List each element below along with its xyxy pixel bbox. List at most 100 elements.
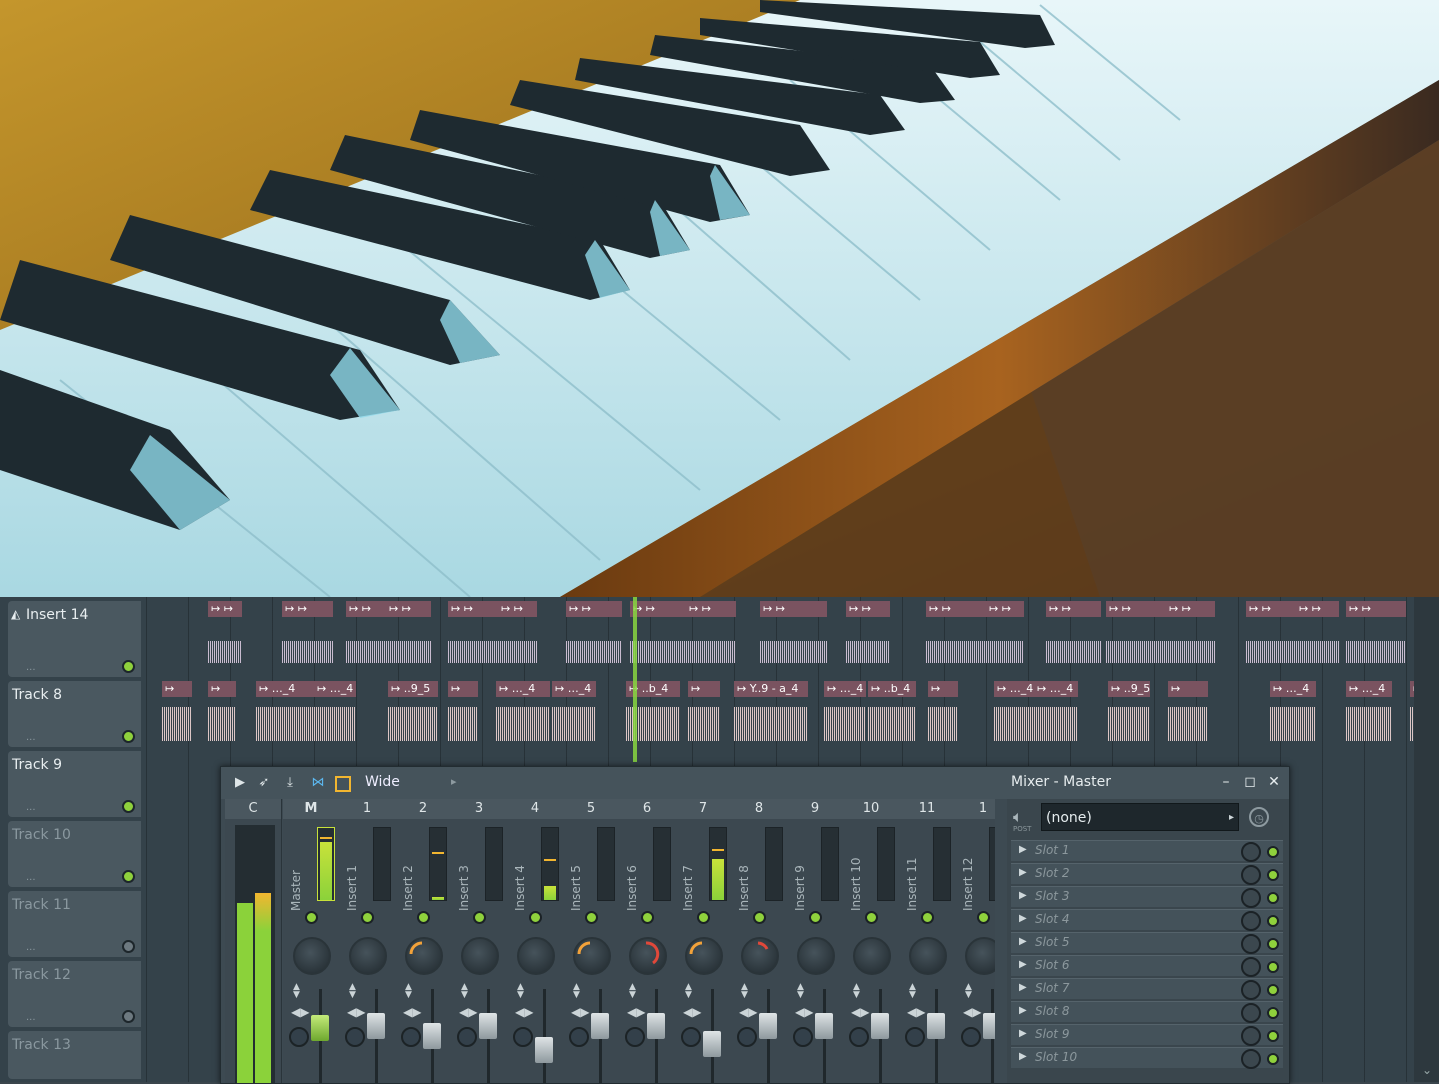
track-enable-led[interactable] [122,940,135,953]
audio-clip[interactable]: ↦ ↦ [686,601,736,663]
maximize-icon[interactable]: ◻ [1241,773,1259,791]
strip-enable-led[interactable] [977,911,990,924]
route-arrows-icon[interactable]: ▲ ▼ [685,983,692,1000]
send-knob[interactable] [905,1027,925,1047]
track-header[interactable]: Track 9... [8,751,141,817]
send-knob[interactable] [681,1027,701,1047]
route-arrows-icon[interactable]: ▲ ▼ [349,983,356,1000]
strip-enable-led[interactable] [585,911,598,924]
minimize-icon[interactable]: – [1217,773,1235,791]
strip-master[interactable]: M Master ▲ ▼ ◀▶ [283,799,340,1083]
volume-fader[interactable] [479,1013,497,1039]
pan-knob[interactable] [461,937,499,975]
bird-icon[interactable]: ➶ [255,775,273,791]
audio-clip[interactable]: ↦ ..9_5 [388,681,438,741]
input-select[interactable]: (none) ▸ [1041,803,1239,831]
fx-enable-led[interactable] [1267,846,1279,858]
strip-enable-led[interactable] [921,911,934,924]
play-arrow-icon[interactable]: ▶ [231,775,249,791]
scroll-down-icon[interactable]: ⌄ [1419,1062,1435,1078]
stereo-icon[interactable]: ◀▶ [851,1005,869,1019]
track-header[interactable]: Track 11... [8,891,141,957]
strip-insert[interactable]: 11 Insert 11 ▲ ▼ ◀▶ [899,799,956,1083]
fx-mix-knob[interactable] [1241,1003,1261,1023]
strip-insert[interactable]: 1 Insert 12 ▲ ▼ ◀▶ [955,799,995,1083]
audio-clip[interactable]: ↦ Y..9 - a_4 [734,681,808,741]
fx-mix-knob[interactable] [1241,865,1261,885]
audio-clip[interactable]: ↦ …_4 [552,681,596,741]
fx-enable-led[interactable] [1267,1030,1279,1042]
route-arrows-icon[interactable]: ▲ ▼ [629,983,636,1000]
send-knob[interactable] [961,1027,981,1047]
volume-fader[interactable] [367,1013,385,1039]
fx-enable-led[interactable] [1267,1053,1279,1065]
audio-clip[interactable]: ↦ …_4 [314,681,356,741]
route-arrows-icon[interactable]: ▲ ▼ [293,983,300,1000]
audio-clip[interactable]: ↦ …_4 [1346,681,1392,741]
audio-clip[interactable]: ↦ ↦ [760,601,827,663]
clock-icon[interactable]: ◷ [1249,807,1269,827]
expand-icon[interactable]: ▶ [1019,890,1027,901]
route-arrows-icon[interactable]: ▲ ▼ [517,983,524,1000]
audio-clip[interactable]: ↦ …_4 [1034,681,1078,741]
audio-clip[interactable]: ↦ ↦ [498,601,537,663]
strip-enable-led[interactable] [641,911,654,924]
track-header[interactable]: Track 12... [8,961,141,1027]
strip-insert[interactable]: 1 Insert 1 ▲ ▼ ◀▶ [339,799,396,1083]
strip-enable-led[interactable] [865,911,878,924]
volume-fader[interactable] [423,1023,441,1049]
audio-clip[interactable]: ↦ ↦ [986,601,1024,663]
audio-clip[interactable]: ↦ …_4 [824,681,866,741]
fx-mix-knob[interactable] [1241,980,1261,1000]
volume-fader[interactable] [703,1031,721,1057]
expand-icon[interactable]: ▶ [1019,867,1027,878]
stereo-icon[interactable]: ◀▶ [291,1005,309,1019]
pan-knob[interactable] [797,937,835,975]
strip-enable-led[interactable] [753,911,766,924]
send-knob[interactable] [849,1027,869,1047]
strip-insert[interactable]: 9 Insert 9 ▲ ▼ ◀▶ [787,799,844,1083]
fx-slot[interactable]: ▶ Slot 8 [1011,1001,1283,1023]
strip-insert[interactable]: 6 Insert 6 ▲ ▼ ◀▶ [619,799,676,1083]
expand-icon[interactable]: ▶ [1019,913,1027,924]
audio-clip[interactable]: ↦ ↦ [386,601,431,663]
track-more[interactable]: ... [26,942,36,953]
strip-enable-led[interactable] [809,911,822,924]
audio-clip[interactable]: ↦ [928,681,958,741]
audio-clip[interactable]: ↦ ↦ [208,601,242,663]
audio-clip[interactable]: ↦ ..b_4 [868,681,916,741]
track-enable-led[interactable] [122,870,135,883]
close-icon[interactable]: ✕ [1265,773,1283,791]
strip-enable-led[interactable] [529,911,542,924]
audio-clip[interactable]: ↦ [1168,681,1208,741]
track-enable-led[interactable] [122,800,135,813]
audio-clip[interactable]: ↦ ↦ [1296,601,1339,663]
audio-clip[interactable]: ↦ ↦ [926,601,987,663]
route-arrows-icon[interactable]: ▲ ▼ [573,983,580,1000]
send-knob[interactable] [793,1027,813,1047]
volume-fader[interactable] [815,1013,833,1039]
track-header[interactable]: Track 13 [8,1031,141,1079]
track-more[interactable]: ... [26,1012,36,1023]
strip-insert[interactable]: 10 Insert 10 ▲ ▼ ◀▶ [843,799,900,1083]
speaker-icon[interactable]: 🔈︎ [1013,807,1023,827]
stereo-icon[interactable]: ◀▶ [459,1005,477,1019]
track-header[interactable]: Track 10... [8,821,141,887]
fx-mix-knob[interactable] [1241,842,1261,862]
stereo-icon[interactable]: ◀▶ [403,1005,421,1019]
fx-enable-led[interactable] [1267,892,1279,904]
route-arrows-icon[interactable]: ▲ ▼ [461,983,468,1000]
strip-insert[interactable]: 7 Insert 7 ▲ ▼ ◀▶ [675,799,732,1083]
expand-icon[interactable]: ▶ [1019,1051,1027,1062]
stereo-icon[interactable]: ◀▶ [571,1005,589,1019]
stereo-icon[interactable]: ◀▶ [739,1005,757,1019]
track-more[interactable]: ... [26,732,36,743]
expand-icon[interactable]: ▶ [1019,959,1027,970]
fx-slot[interactable]: ▶ Slot 6 [1011,955,1283,977]
expand-icon[interactable]: ▶ [1019,936,1027,947]
stereo-icon[interactable]: ◀▶ [963,1005,981,1019]
stereo-icon[interactable]: ◀▶ [795,1005,813,1019]
mixer-preset-label[interactable]: Wide [365,774,400,790]
square-icon[interactable] [335,776,351,792]
pan-knob[interactable] [517,937,555,975]
